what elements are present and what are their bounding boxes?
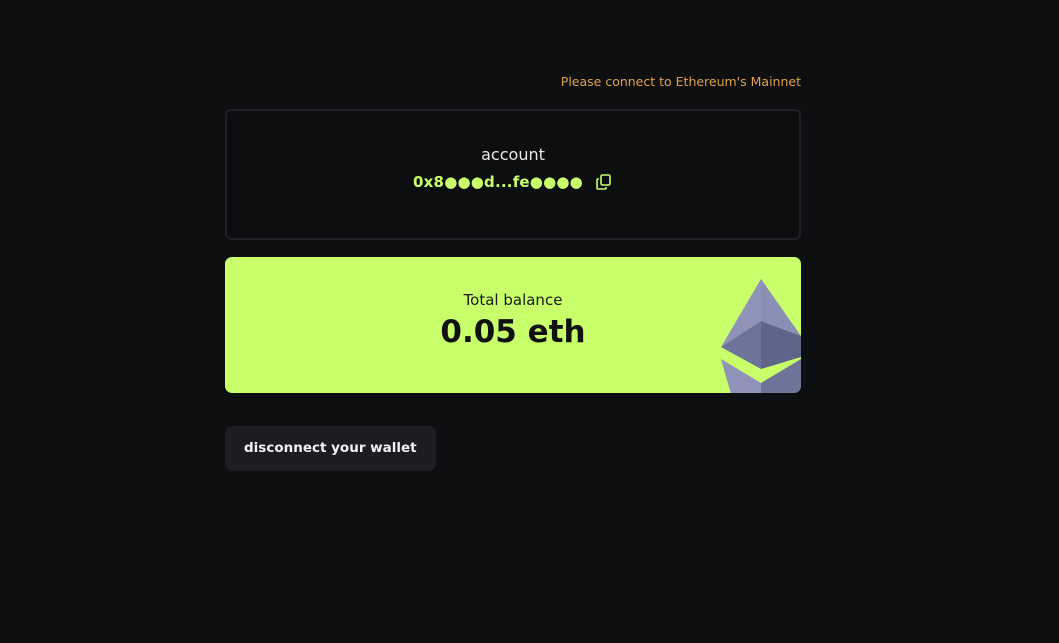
balance-card: Total balance 0.05 eth — [225, 257, 801, 393]
disconnect-wallet-button[interactable]: disconnect your wallet — [225, 426, 436, 471]
ethereum-icon — [721, 279, 801, 393]
wallet-address: 0x8●●●d...fe●●●● — [413, 173, 583, 191]
account-card: account 0x8●●●d...fe●●●● — [225, 109, 801, 240]
account-label: account — [481, 145, 545, 164]
balance-label: Total balance — [463, 291, 563, 309]
network-warning: Please connect to Ethereum's Mainnet — [560, 74, 801, 89]
address-row: 0x8●●●d...fe●●●● — [227, 173, 799, 191]
wallet-panel: Please connect to Ethereum's Mainnet acc… — [225, 70, 801, 471]
balance-value: 0.05 eth — [440, 314, 586, 350]
copy-icon[interactable] — [595, 173, 613, 191]
